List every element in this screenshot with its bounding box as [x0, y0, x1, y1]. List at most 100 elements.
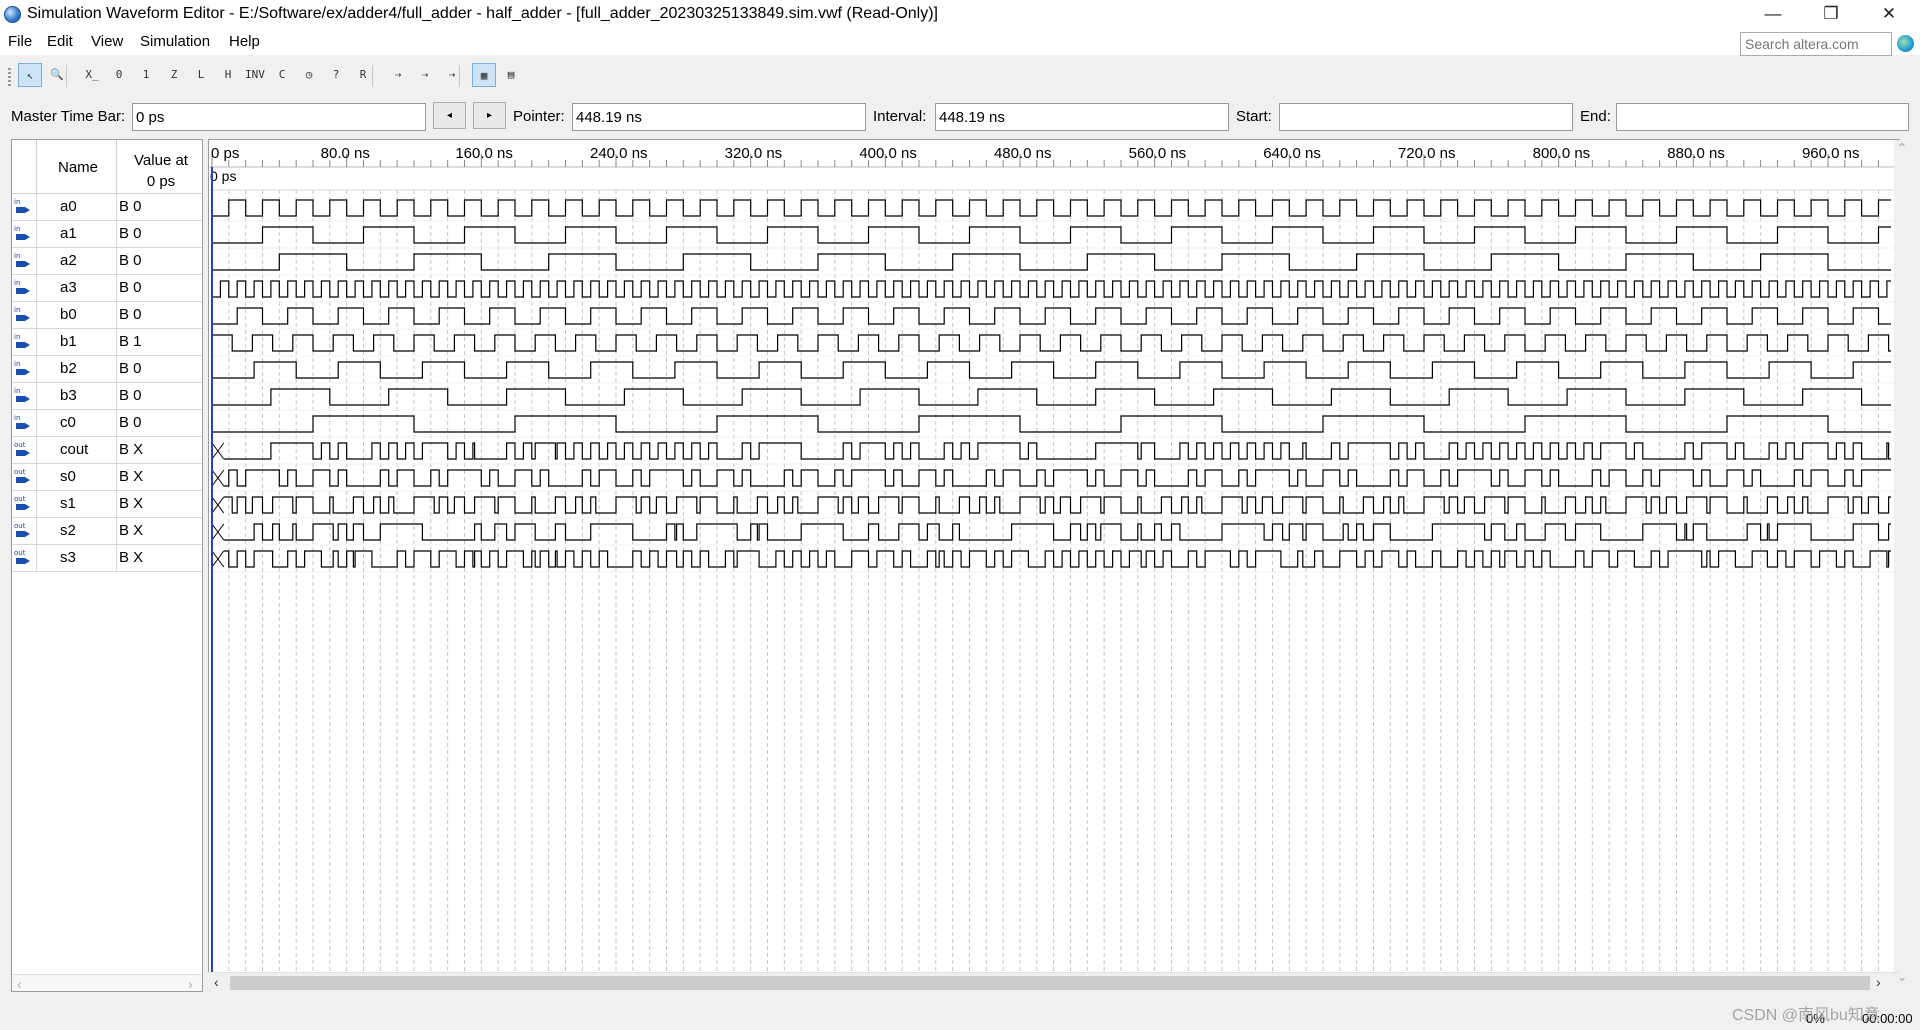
signal-row-b1[interactable]: in b1 B 1	[12, 329, 202, 356]
signal-row-s1[interactable]: out s1 B X	[12, 491, 202, 518]
signal-name: s3	[60, 549, 76, 566]
signal-row-a0[interactable]: in a0 B 0	[12, 194, 202, 221]
interval-label: Interval:	[873, 108, 927, 125]
signal-row-c0[interactable]: in c0 B 0	[12, 410, 202, 437]
force-unknown-icon[interactable]: X̲	[80, 63, 104, 87]
waveform-horizontal-scrollbar[interactable]: ‹ ›	[208, 972, 1900, 992]
invert-icon[interactable]: INV	[243, 63, 267, 87]
svg-text:in: in	[14, 225, 20, 233]
status-bar: 0% 00:00:00	[0, 995, 1920, 1030]
signal-name: s1	[60, 495, 76, 512]
menu-file[interactable]: File	[8, 33, 32, 50]
scroll-right-arrow-icon[interactable]: ›	[1876, 974, 1881, 990]
globe-icon[interactable]	[1897, 35, 1914, 52]
signal-row-a3[interactable]: in a3 B 0	[12, 275, 202, 302]
force-weak-high-icon[interactable]: H	[216, 63, 240, 87]
svg-text:out: out	[14, 441, 26, 449]
horizontal-scroll-thumb[interactable]	[230, 976, 1870, 990]
sort-icon[interactable]: ▤	[499, 63, 523, 87]
signal-row-a1[interactable]: in a1 B 0	[12, 221, 202, 248]
row-divider	[36, 410, 37, 437]
signal-name: b2	[60, 360, 77, 377]
waveform-canvas[interactable]: 0 ps 80.0 ns 160.0 ns 240.0 ns 320.0 ns 400.0…	[209, 140, 1899, 972]
ruler-label: 80.0 ns	[321, 145, 370, 162]
force-high-icon[interactable]: 1	[134, 63, 158, 87]
menu-edit[interactable]: Edit	[47, 33, 73, 50]
ruler-label: 960.0 ns	[1802, 145, 1860, 162]
waveform-pane[interactable]: 0 ps 80.0 ns 160.0 ns 240.0 ns 320.0 ns 400.0…	[208, 139, 1900, 992]
signal-row-b2[interactable]: in b2 B 0	[12, 356, 202, 383]
close-button[interactable]: ✕	[1860, 0, 1918, 30]
generate-netlist-icon[interactable]: ⇢	[440, 63, 464, 87]
signal-name: s2	[60, 522, 76, 539]
row-divider	[36, 221, 37, 248]
input-pin-icon: in	[14, 360, 30, 375]
minimize-button[interactable]: —	[1744, 0, 1802, 30]
column-header-value[interactable]: Value at 0 ps	[131, 150, 191, 192]
watermark: CSDN @南风bu知意	[1732, 1007, 1880, 1024]
menu-view[interactable]: View	[91, 33, 123, 50]
waveform-b2	[212, 361, 1891, 379]
toolbar-grip[interactable]	[8, 68, 11, 86]
selection-tool-icon[interactable]: ↖	[18, 63, 42, 87]
unknown-value-x	[211, 550, 225, 568]
unknown-value-x	[211, 496, 225, 514]
svg-text:in: in	[14, 333, 20, 341]
signal-row-cout[interactable]: out cout B X	[12, 437, 202, 464]
input-pin-icon: in	[14, 252, 30, 267]
prev-transition-button[interactable]: ◂	[433, 102, 466, 129]
scroll-up-arrow-icon[interactable]: ⌃	[1896, 140, 1908, 157]
row-divider	[116, 356, 117, 383]
scroll-left-arrow-icon[interactable]: ‹	[214, 974, 219, 990]
signal-row-s0[interactable]: out s0 B X	[12, 464, 202, 491]
signal-value: B X	[119, 495, 144, 512]
row-divider	[116, 518, 117, 545]
next-transition-button[interactable]: ▸	[473, 102, 506, 129]
snap-to-grid-icon[interactable]: ▦	[472, 63, 496, 87]
menu-help[interactable]: Help	[229, 33, 260, 50]
pointer-field[interactable]	[572, 103, 866, 131]
master-time-bar-label: Master Time Bar:	[11, 108, 126, 125]
ruler-label: 240.0 ns	[590, 145, 648, 162]
master-time-bar-field[interactable]	[132, 103, 426, 131]
signal-name: s0	[60, 468, 76, 485]
signal-name: b3	[60, 387, 77, 404]
row-divider	[116, 302, 117, 329]
end-label: End:	[1580, 108, 1611, 125]
end-field[interactable]	[1616, 103, 1909, 131]
scroll-left-arrow-icon[interactable]: ‹	[17, 976, 22, 992]
interval-field[interactable]	[935, 103, 1229, 131]
run-functional-icon[interactable]: ⇢	[386, 63, 410, 87]
signal-row-b0[interactable]: in b0 B 0	[12, 302, 202, 329]
ruler-label: 160.0 ns	[455, 145, 513, 162]
signal-row-a2[interactable]: in a2 B 0	[12, 248, 202, 275]
toolbar-separator	[66, 65, 67, 87]
row-divider	[36, 356, 37, 383]
svg-text:in: in	[14, 360, 20, 368]
count-value-icon[interactable]: C	[270, 63, 294, 87]
row-divider	[116, 194, 117, 221]
force-weak-low-icon[interactable]: L	[189, 63, 213, 87]
scroll-right-arrow-icon[interactable]: ›	[188, 976, 193, 992]
menu-simulation[interactable]: Simulation	[140, 33, 210, 50]
run-timing-icon[interactable]: ⇢	[413, 63, 437, 87]
start-field[interactable]	[1279, 103, 1573, 131]
row-divider	[116, 410, 117, 437]
search-input[interactable]	[1740, 32, 1892, 56]
signal-row-s2[interactable]: out s2 B X	[12, 518, 202, 545]
signal-row-b3[interactable]: in b3 B 0	[12, 383, 202, 410]
overwrite-clock-icon[interactable]: ◷	[297, 63, 321, 87]
svg-text:in: in	[14, 198, 20, 206]
column-header-name[interactable]: Name	[58, 159, 98, 176]
header-divider	[116, 140, 117, 194]
force-low-icon[interactable]: 0	[107, 63, 131, 87]
names-horizontal-scrollbar[interactable]: ‹ ›	[12, 974, 202, 992]
force-high-impedance-icon[interactable]: Z	[162, 63, 186, 87]
restore-button[interactable]: ❐	[1802, 0, 1860, 30]
row-divider	[116, 383, 117, 410]
signal-row-s3[interactable]: out s3 B X	[12, 545, 202, 572]
svg-text:out: out	[14, 495, 26, 503]
waveform-vertical-scrollbar[interactable]: ⌃ ⌄	[1894, 140, 1909, 990]
svg-text:out: out	[14, 468, 26, 476]
arbitrary-value-icon[interactable]: ?	[324, 63, 348, 87]
